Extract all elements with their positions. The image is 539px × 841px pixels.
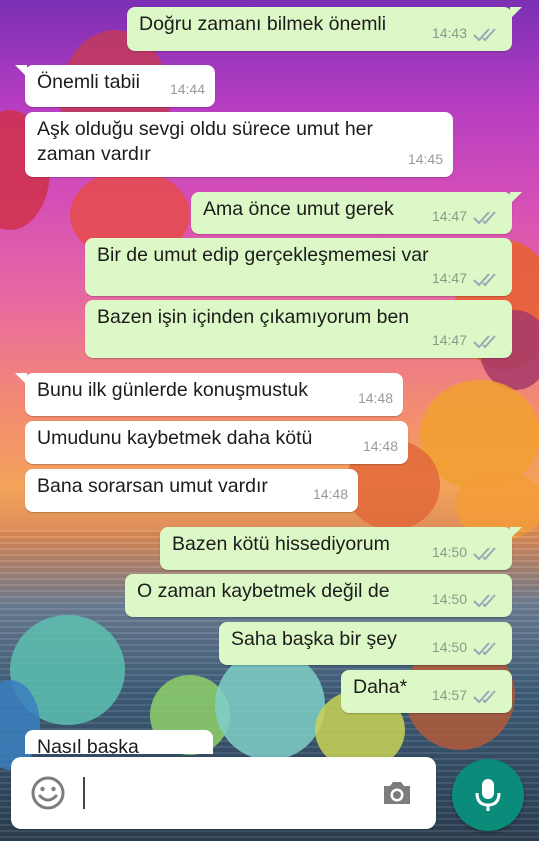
emoji-icon[interactable]: [30, 775, 66, 811]
message-bubble-incoming-partial[interactable]: Nasıl başka: [25, 730, 213, 754]
message-time: 14:45: [407, 151, 443, 167]
camera-icon[interactable]: [381, 779, 413, 807]
balloon-decoration: [215, 650, 325, 760]
message-text: Nasıl başka: [37, 736, 139, 754]
message-text: Bir de umut edip gerçekleşmemesi var: [97, 244, 429, 266]
message-bubble-outgoing[interactable]: Bazen işin içinden çıkamıyorum ben 14:47: [85, 300, 512, 358]
message-input-bar: [11, 757, 436, 829]
message-text: Saha başka bir şey: [231, 628, 397, 650]
message-text: Bunu ilk günlerde konuşmustuk: [37, 379, 308, 401]
message-bubble-outgoing[interactable]: Bazen kötü hissediyorum 14:50: [160, 527, 522, 570]
message-text: O zaman kaybetmek değil de: [137, 580, 390, 602]
double-check-icon: [473, 210, 496, 224]
message-time: 14:48: [362, 438, 398, 454]
double-check-icon: [473, 641, 496, 655]
message-text: Doğru zamanı bilmek önemli: [139, 13, 387, 35]
message-time: 14:47: [431, 332, 467, 348]
double-check-icon: [473, 27, 496, 41]
message-time: 14:50: [431, 544, 467, 560]
message-bubble-outgoing[interactable]: Bir de umut edip gerçekleşmemesi var 14:…: [85, 238, 512, 296]
message-time: 14:44: [169, 81, 205, 97]
message-text: Ama önce umut gerek: [203, 198, 394, 220]
message-bubble-outgoing[interactable]: Doğru zamanı bilmek önemli 14:43: [127, 7, 522, 51]
message-time: 14:48: [312, 486, 348, 502]
message-text: Bazen kötü hissediyorum: [172, 533, 390, 555]
double-check-icon: [473, 272, 496, 286]
text-caret: [83, 777, 85, 809]
message-text: Aşk olduğu sevgi oldu sürece umut her za…: [37, 118, 374, 165]
message-text: Umudunu kaybetmek daha kötü: [37, 427, 313, 449]
message-bubble-incoming[interactable]: Bana sorarsan umut vardır 14:48: [25, 469, 358, 512]
message-bubble-outgoing[interactable]: Saha başka bir şey 14:50: [219, 622, 512, 665]
message-time: 14:50: [431, 639, 467, 655]
message-bubble-outgoing[interactable]: Daha* 14:57: [341, 670, 512, 713]
microphone-button[interactable]: [452, 759, 524, 831]
message-text: Daha*: [353, 676, 408, 698]
double-check-icon: [473, 546, 496, 560]
message-bubble-incoming[interactable]: Umudunu kaybetmek daha kötü 14:48: [25, 421, 408, 464]
message-time: 14:48: [357, 390, 393, 406]
message-bubble-outgoing[interactable]: O zaman kaybetmek değil de 14:50: [125, 574, 512, 617]
message-time: 14:50: [431, 591, 467, 607]
message-bubble-outgoing[interactable]: Ama önce umut gerek 14:47: [191, 192, 522, 234]
double-check-icon: [473, 334, 496, 348]
message-input[interactable]: [95, 779, 365, 807]
message-bubble-incoming[interactable]: Önemli tabii 14:44: [15, 65, 215, 107]
message-bubble-incoming[interactable]: Bunu ilk günlerde konuşmustuk 14:48: [15, 373, 403, 416]
message-text: Önemli tabii: [37, 71, 140, 93]
message-text: Bana sorarsan umut vardır: [37, 475, 268, 497]
double-check-icon: [473, 593, 496, 607]
message-time: 14:57: [431, 687, 467, 703]
message-time: 14:43: [431, 25, 467, 41]
double-check-icon: [473, 689, 496, 703]
message-time: 14:47: [431, 208, 467, 224]
message-text: Bazen işin içinden çıkamıyorum ben: [97, 306, 410, 328]
microphone-icon: [475, 779, 501, 811]
message-bubble-incoming[interactable]: Aşk olduğu sevgi oldu sürece umut her za…: [25, 112, 453, 177]
message-time: 14:47: [431, 270, 467, 286]
